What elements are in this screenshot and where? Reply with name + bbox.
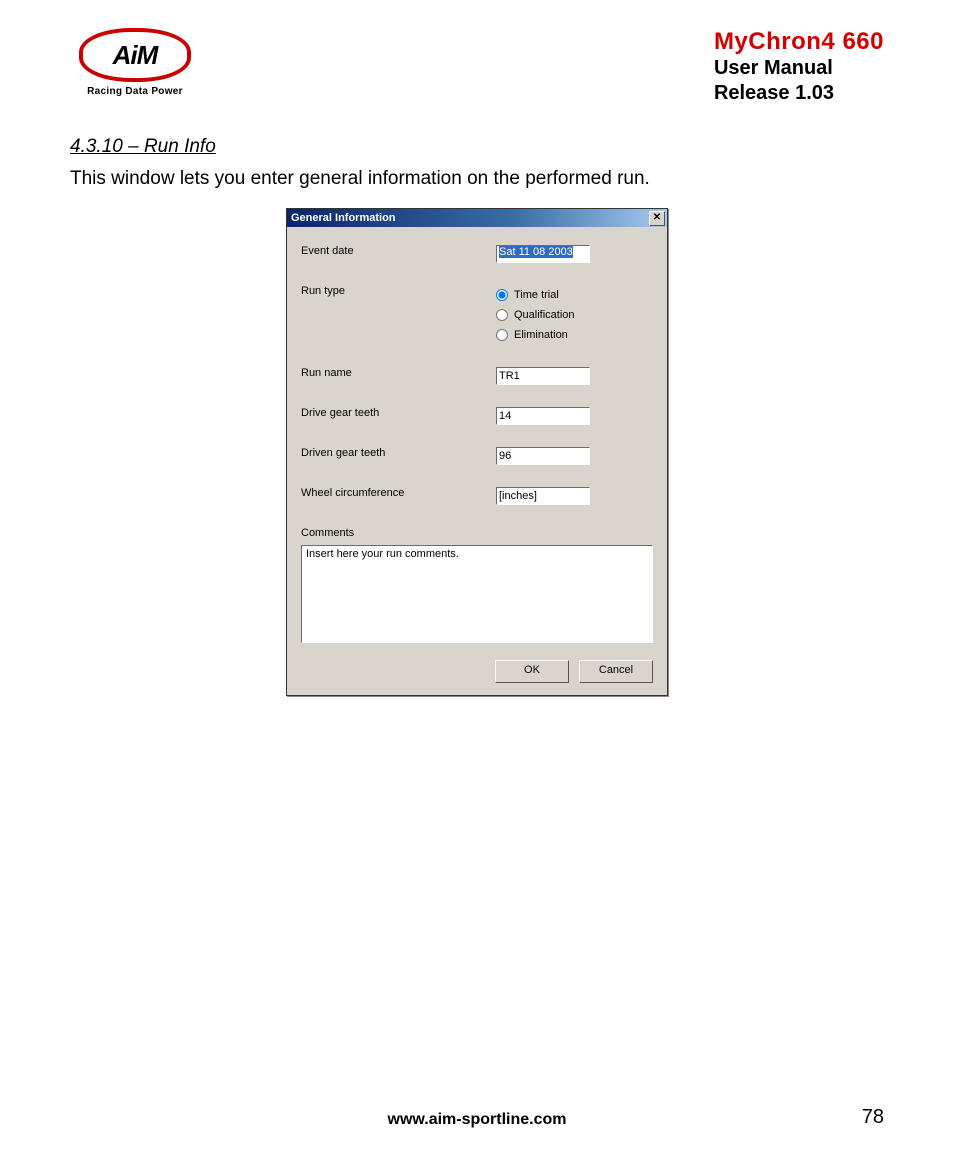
- footer-url: www.aim-sportline.com: [0, 1111, 954, 1129]
- logo-tagline: Racing Data Power: [70, 86, 200, 97]
- radio-label: Qualification: [514, 309, 575, 321]
- logo-text: AiM: [113, 40, 158, 71]
- drive-gear-label: Drive gear teeth: [301, 407, 496, 419]
- doc-subtitle-2: Release 1.03: [714, 81, 884, 106]
- title-block: MyChron4 660 User Manual Release 1.03: [714, 28, 884, 106]
- wheel-circumference-label: Wheel circumference: [301, 487, 496, 499]
- general-information-dialog: General Information ✕ Event date Sat 11 …: [286, 208, 668, 696]
- aim-logo-icon: AiM: [79, 28, 191, 82]
- run-type-label: Run type: [301, 285, 496, 297]
- radio-elimination[interactable]: [496, 329, 508, 341]
- event-date-input[interactable]: Sat 11 08 2003: [496, 245, 590, 263]
- ok-button[interactable]: OK: [495, 660, 569, 683]
- logo-block: AiM Racing Data Power: [70, 28, 200, 97]
- close-icon[interactable]: ✕: [649, 211, 665, 226]
- page-header: AiM Racing Data Power MyChron4 660 User …: [70, 28, 884, 106]
- run-name-input[interactable]: [496, 367, 590, 385]
- run-type-option-qualification[interactable]: Qualification: [496, 305, 653, 325]
- comments-label: Comments: [301, 527, 653, 539]
- driven-gear-label: Driven gear teeth: [301, 447, 496, 459]
- product-name: MyChron4 660: [714, 28, 884, 56]
- comments-textarea[interactable]: [301, 545, 653, 643]
- section-heading: 4.3.10 – Run Info: [70, 136, 884, 158]
- dialog-title: General Information: [291, 212, 396, 224]
- wheel-circumference-input[interactable]: [496, 487, 590, 505]
- driven-gear-input[interactable]: [496, 447, 590, 465]
- section-body: This window lets you enter general infor…: [70, 168, 884, 190]
- cancel-button[interactable]: Cancel: [579, 660, 653, 683]
- radio-label: Time trial: [514, 289, 559, 301]
- radio-time-trial[interactable]: [496, 289, 508, 301]
- page-number: 78: [862, 1106, 884, 1129]
- run-name-label: Run name: [301, 367, 496, 379]
- radio-label: Elimination: [514, 329, 568, 341]
- radio-qualification[interactable]: [496, 309, 508, 321]
- run-type-option-elimination[interactable]: Elimination: [496, 325, 653, 345]
- event-date-label: Event date: [301, 245, 496, 257]
- doc-subtitle-1: User Manual: [714, 56, 884, 81]
- run-type-option-time-trial[interactable]: Time trial: [496, 285, 653, 305]
- drive-gear-input[interactable]: [496, 407, 590, 425]
- dialog-titlebar[interactable]: General Information ✕: [287, 209, 667, 227]
